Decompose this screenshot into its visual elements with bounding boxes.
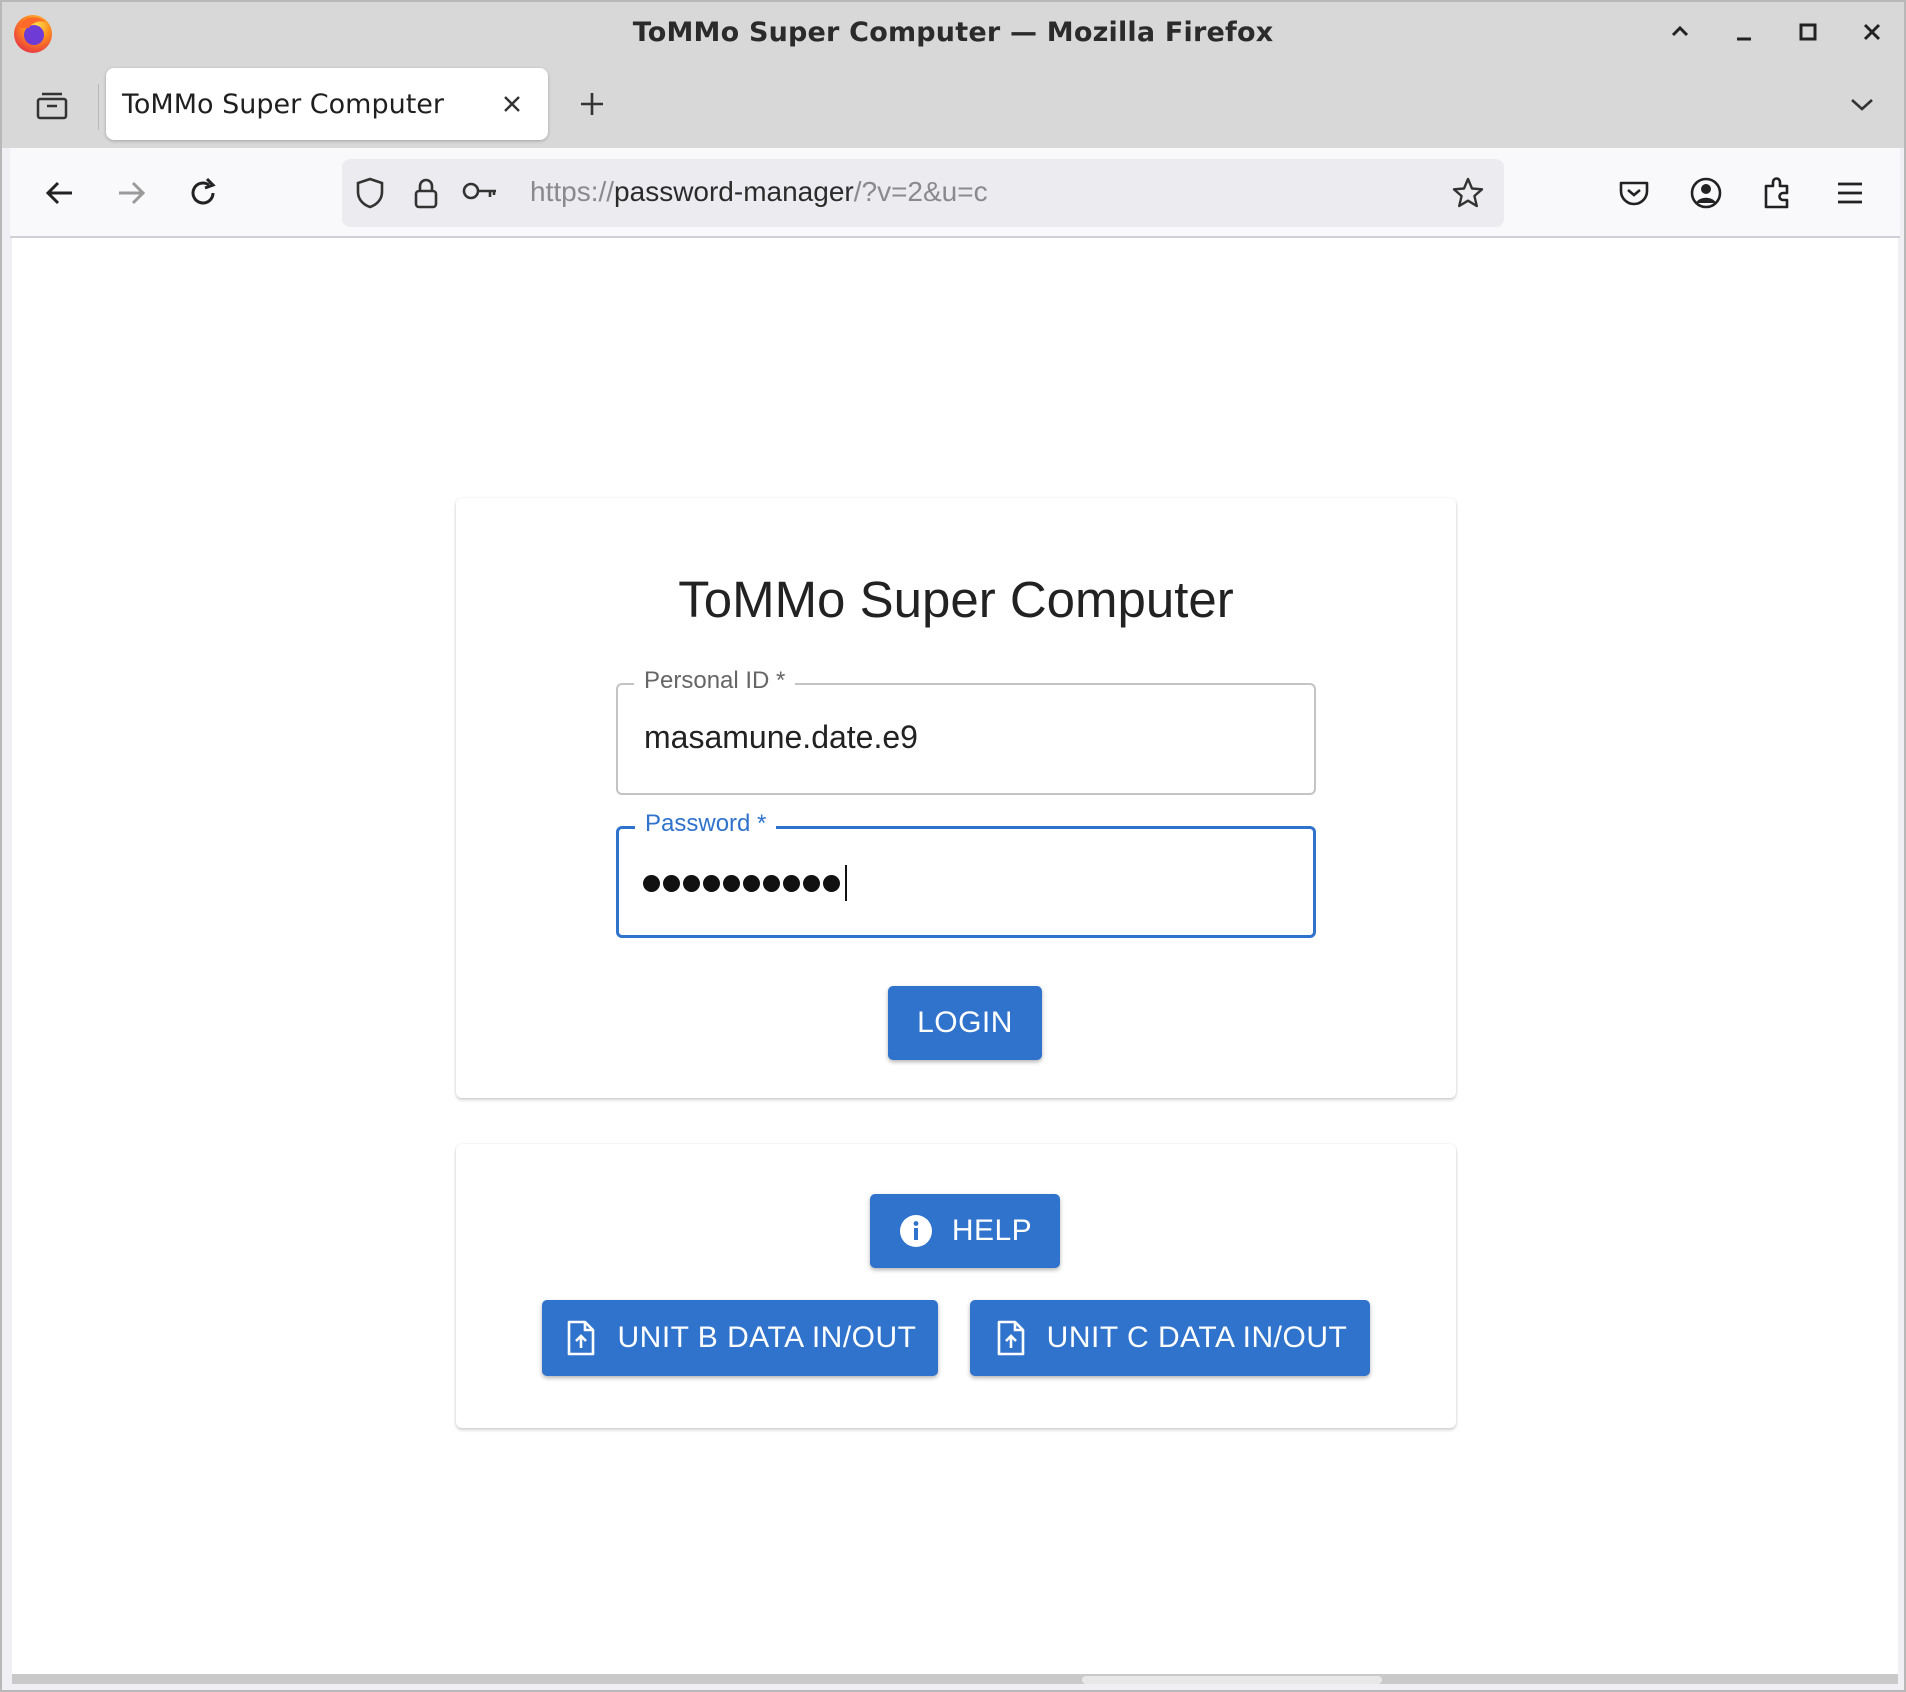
text-caret xyxy=(845,865,847,901)
links-card: HELP UNIT B DATA IN/OUT UNIT C DATA IN/O… xyxy=(456,1144,1456,1428)
password-dot xyxy=(643,874,660,892)
password-value[interactable] xyxy=(643,863,847,903)
password-dot xyxy=(783,874,800,892)
tab-title: ToMMo Super Computer xyxy=(122,88,445,120)
firefox-logo-icon xyxy=(12,12,54,54)
login-button-label: LOGIN xyxy=(917,1006,1013,1039)
page-title: ToMMo Super Computer xyxy=(678,571,1234,628)
password-label: Password * xyxy=(635,810,777,838)
tab-active[interactable]: ToMMo Super Computer xyxy=(106,68,548,140)
unit-c-data-button[interactable]: UNIT C DATA IN/OUT xyxy=(970,1300,1370,1376)
tabs-dropdown-icon[interactable] xyxy=(1840,82,1884,126)
window-title: ToMMo Super Computer — Mozilla Firefox xyxy=(632,16,1274,48)
bookmark-star-icon[interactable] xyxy=(1448,173,1488,213)
menu-icon[interactable] xyxy=(1828,171,1872,215)
url-text[interactable]: https://password-manager/?v=2&u=c xyxy=(530,176,988,208)
window-controls xyxy=(1662,14,1890,50)
password-dot xyxy=(663,874,680,892)
personal-id-value[interactable]: masamune.date.e9 xyxy=(644,719,918,756)
password-dot xyxy=(803,874,820,892)
extensions-icon[interactable] xyxy=(1756,171,1800,215)
back-icon[interactable] xyxy=(38,171,82,215)
pocket-icon[interactable] xyxy=(1612,171,1656,215)
personal-id-field[interactable]: Personal ID * masamune.date.e9 xyxy=(616,667,1316,795)
password-dot xyxy=(743,874,760,892)
tab-list-icon[interactable] xyxy=(30,84,74,128)
forward-icon[interactable] xyxy=(109,171,153,215)
horizontal-scrollbar[interactable] xyxy=(12,1674,1898,1684)
unit-c-button-label: UNIT C DATA IN/OUT xyxy=(1046,1321,1348,1354)
title-bar: ToMMo Super Computer — Mozilla Firefox xyxy=(2,2,1904,62)
browser-window: ToMMo Super Computer — Mozilla Firefox T… xyxy=(0,0,1906,1692)
url-path: /?v=2&u=c xyxy=(853,176,988,207)
unit-b-data-button[interactable]: UNIT B DATA IN/OUT xyxy=(542,1300,938,1376)
personal-id-label: Personal ID * xyxy=(634,667,796,695)
password-dot xyxy=(683,874,700,892)
url-host: password-manager xyxy=(614,176,854,207)
navigation-bar: https://password-manager/?v=2&u=c xyxy=(10,148,1900,238)
shield-icon[interactable] xyxy=(350,173,390,213)
close-icon[interactable] xyxy=(1854,14,1890,50)
login-card: ToMMo Super Computer Personal ID * masam… xyxy=(456,498,1456,1098)
password-dot xyxy=(723,874,740,892)
url-bar[interactable]: https://password-manager/?v=2&u=c xyxy=(342,159,1504,227)
file-upload-icon xyxy=(993,1320,1029,1356)
unit-b-button-label: UNIT B DATA IN/OUT xyxy=(617,1321,917,1354)
page-content: ToMMo Super Computer Personal ID * masam… xyxy=(12,238,1898,1684)
account-icon[interactable] xyxy=(1684,171,1728,215)
scrollbar-thumb[interactable] xyxy=(1082,1676,1382,1684)
info-icon xyxy=(898,1213,934,1249)
url-scheme: https:// xyxy=(530,176,615,207)
file-upload-icon xyxy=(563,1320,599,1356)
minimize-icon[interactable] xyxy=(1726,14,1762,50)
maximize-icon[interactable] xyxy=(1790,14,1826,50)
password-dot xyxy=(763,874,780,892)
reload-icon[interactable] xyxy=(181,171,225,215)
password-dot xyxy=(823,874,840,892)
help-button[interactable]: HELP xyxy=(870,1194,1060,1268)
new-tab-icon[interactable] xyxy=(570,82,614,126)
tab-separator xyxy=(98,84,99,130)
password-field[interactable]: Password * xyxy=(616,810,1316,938)
tab-strip: ToMMo Super Computer xyxy=(2,62,1904,148)
minimize-up-icon[interactable] xyxy=(1662,14,1698,50)
help-button-label: HELP xyxy=(951,1214,1033,1247)
password-dot xyxy=(703,874,720,892)
tab-close-icon[interactable] xyxy=(494,86,530,122)
login-button[interactable]: LOGIN xyxy=(888,986,1042,1060)
lock-icon[interactable] xyxy=(406,173,446,213)
key-icon[interactable] xyxy=(460,173,500,213)
